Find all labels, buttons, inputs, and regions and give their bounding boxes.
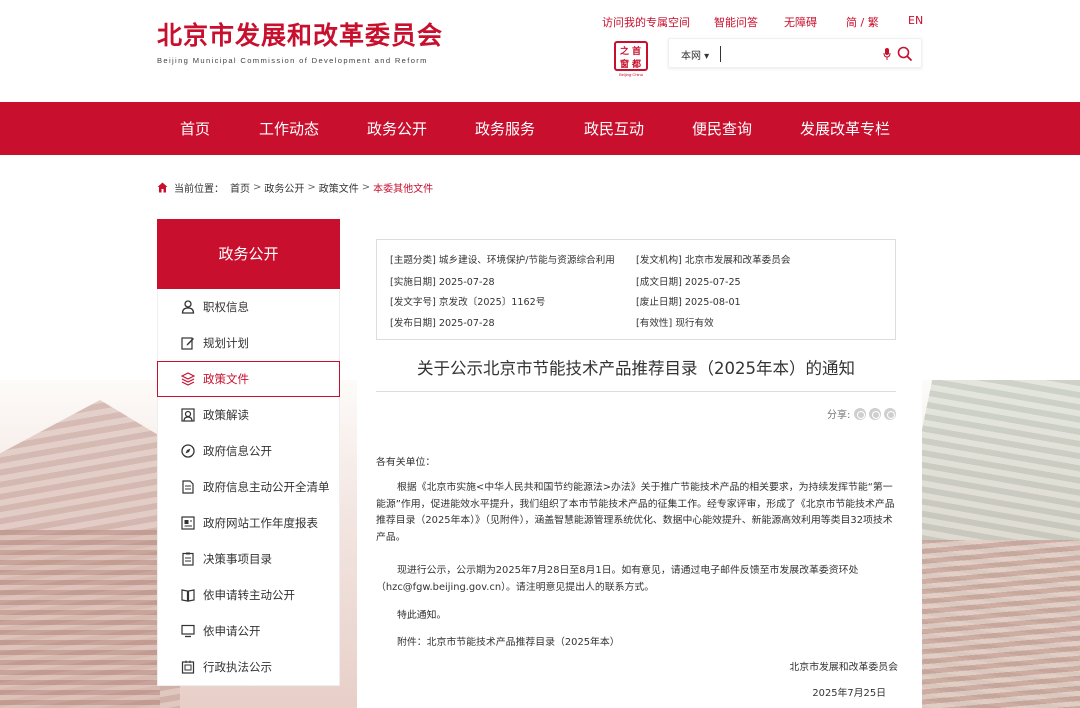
meta-topic: [主题分类] 城乡建设、环境保护/节能与资源综合利用 [390,255,615,266]
nav-item-home[interactable]: 首页 [180,118,210,139]
sidebar-item-gov-info-open[interactable]: 政府信息公开 [158,433,339,469]
meta-expire-date: [废止日期] 2025-08-01 [636,297,741,308]
search-input[interactable] [723,44,873,64]
sidebar-title: 政务公开 [157,219,340,289]
nav-item-public-query[interactable]: 便民查询 [692,118,752,139]
reading-icon [181,408,195,422]
main-nav: 首页 工作动态 政务公开 政务服务 政民互动 便民查询 发展改革专栏 [0,102,1080,155]
meta-issuer: [发文机构] 北京市发展和改革委员会 [636,255,791,266]
my-space-link[interactable]: 访问我的专属空间 [602,14,690,30]
article-paragraph-1: 根据《北京市实施<中华人民共和国节约能源法>办法》关于推广节能技术产品的相关要求… [376,482,895,543]
article-salutation: 各有关单位： [376,457,436,468]
report-icon [181,516,195,530]
sidebar: 政务公开 职权信息 规划计划 政策文件 政策解读 政府信息公开 政府信息主动公开… [157,219,340,686]
nav-item-gov-services[interactable]: 政务服务 [475,118,535,139]
signature-org: 北京市发展和改革委员会 [789,662,898,673]
breadcrumb-gov-affairs[interactable]: 政务公开 [264,180,304,195]
attachment-link[interactable]: 附件：北京市节能技术产品推荐目录（2025年本） [376,635,896,652]
article-paragraph-2: 现进行公示，公示期为2025年7月28日至8月1日。如有意见，请通过电子邮件反馈… [376,565,859,593]
sidebar-item-law-enforcement[interactable]: 行政执法公示 [158,649,339,685]
meta-validity: [有效性] 现行有效 [636,318,714,329]
site-title-cn: 北京市发展和改革委员会 [157,21,444,50]
sidebar-item-policy-docs[interactable]: 政策文件 [157,361,340,397]
share-bar: 分享: [827,406,897,421]
nav-item-gov-affairs-open[interactable]: 政务公开 [367,118,427,139]
sidebar-item-planning[interactable]: 规划计划 [158,325,339,361]
site-logo[interactable]: 北京市发展和改革委员会 Beijing Municipal Commission… [157,16,443,65]
english-link[interactable]: EN [908,14,923,27]
document-icon [182,480,194,494]
sidebar-item-annual-report[interactable]: 政府网站工作年度报表 [158,505,339,541]
breadcrumb-home[interactable]: 首页 [230,180,250,195]
sidebar-menu: 职权信息 规划计划 政策文件 政策解读 政府信息公开 政府信息主动公开全清单 政… [157,289,340,686]
signature-date: 2025年7月25日 [812,688,886,699]
title-divider [376,391,896,392]
accessibility-link[interactable]: 无障碍 [784,14,817,30]
sidebar-item-active-disclosure-list[interactable]: 政府信息主动公开全清单 [158,469,339,505]
microphone-icon[interactable] [883,48,891,60]
home-icon [157,182,168,193]
book-icon [181,589,195,602]
breadcrumb-prefix: 当前位置： [174,184,224,195]
smart-qa-link[interactable]: 智能问答 [714,14,758,30]
article-paragraph-3: 特此通知。 [397,610,447,621]
site-title-en: Beijing Municipal Commission of Developm… [157,56,428,65]
sidebar-item-request-to-active[interactable]: 依申请转主动公开 [158,577,339,613]
breadcrumb: 当前位置： 首页 > 政务公开 > 政策文件 > 本委其他文件 [157,180,433,195]
checklist-icon [182,552,194,566]
text-cursor [720,46,721,62]
weibo-share-icon[interactable] [854,407,867,420]
meta-doc-no: [发文字号] 京发改〔2025〕1162号 [390,297,546,308]
edit-icon [181,337,194,350]
nav-item-work-news[interactable]: 工作动态 [259,118,319,139]
person-icon [181,300,195,314]
monitor-icon [181,624,195,638]
nav-item-interaction[interactable]: 政民互动 [584,118,644,139]
document-meta-box: [主题分类] 城乡建设、环境保护/节能与资源综合利用 [发文机构] 北京市发展和… [376,239,896,340]
article-title: 关于公示北京市节能技术产品推荐目录（2025年本）的通知 [417,359,855,378]
article-panel: [主题分类] 城乡建设、环境保护/节能与资源综合利用 [发文机构] 北京市发展和… [357,219,922,708]
nav-item-reform-column[interactable]: 发展改革专栏 [800,118,890,139]
compass-icon [181,444,195,458]
breadcrumb-policy-docs[interactable]: 政策文件 [319,180,359,195]
capital-window-seal-logo[interactable]: 首 都 之 窗 Beijing·China [612,41,650,79]
breadcrumb-current[interactable]: 本委其他文件 [373,180,433,195]
qq-share-icon[interactable] [884,407,897,420]
sidebar-item-decision-catalog[interactable]: 决策事项目录 [158,541,339,577]
search-box: 本网 ▾ [668,38,922,68]
meta-written-date: [成文日期] 2025-07-25 [636,277,741,288]
language-toggle-link[interactable]: 简 / 繁 [846,14,879,30]
site-header: 北京市发展和改革委员会 Beijing Municipal Commission… [0,0,1080,102]
clipboard-icon [181,660,195,674]
search-scope-dropdown[interactable]: 本网 ▾ [681,47,709,62]
layers-icon [181,372,195,386]
wechat-share-icon[interactable] [869,407,882,420]
sidebar-item-authority-info[interactable]: 职权信息 [158,289,339,325]
meta-impl-date: [实施日期] 2025-07-28 [390,277,495,288]
sidebar-item-request-disclosure[interactable]: 依申请公开 [158,613,339,649]
share-label: 分享: [827,410,851,421]
sidebar-item-policy-interpretation[interactable]: 政策解读 [158,397,339,433]
search-icon[interactable] [897,46,913,62]
meta-pub-date: [发布日期] 2025-07-28 [390,318,495,329]
